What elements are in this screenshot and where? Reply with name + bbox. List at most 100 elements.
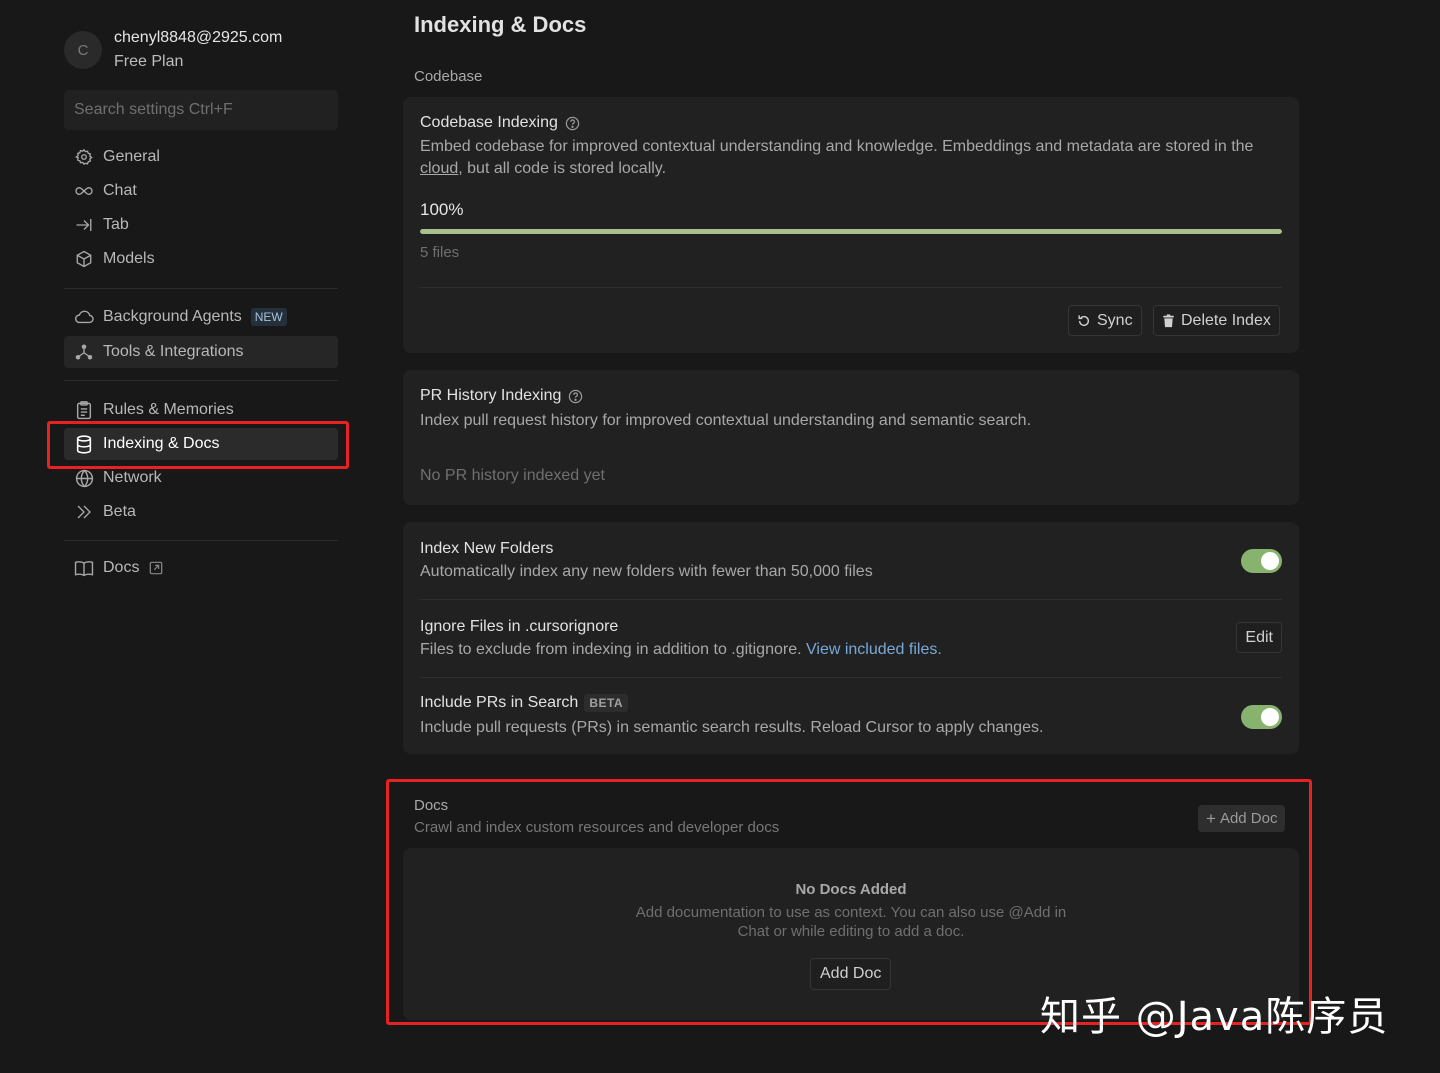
new-badge: NEW — [250, 308, 287, 326]
progress-percent: 100% — [420, 200, 464, 219]
sidebar-item-label: Tools & Integrations — [103, 343, 244, 360]
page-title: Indexing & Docs — [414, 12, 587, 37]
avatar: C — [64, 31, 102, 69]
card-divider — [420, 677, 1282, 678]
sync-button[interactable]: Sync — [1068, 305, 1142, 336]
pr-history-empty: No PR history indexed yet — [420, 467, 605, 484]
docs-section-title: Docs — [414, 797, 449, 814]
sidebar-item-tab[interactable]: Tab — [64, 209, 338, 241]
double-chevron-icon — [74, 502, 94, 522]
indexing-settings-card: Index New Folders Automatically index an… — [403, 522, 1299, 754]
toggle-knob — [1261, 708, 1279, 726]
cloud-icon — [74, 307, 94, 327]
pr-history-desc: Index pull request history for improved … — [420, 412, 1032, 429]
codebase-desc-text-end: , but all code is stored locally. — [458, 160, 667, 177]
sidebar-item-indexing-docs[interactable]: Indexing & Docs — [64, 428, 338, 460]
sidebar-item-background-agents[interactable]: Background Agents NEW — [64, 301, 338, 333]
help-icon[interactable] — [565, 116, 580, 131]
sidebar-item-models[interactable]: Models — [64, 243, 338, 275]
codebase-indexing-card: Codebase Indexing Embed codebase for imp… — [403, 97, 1299, 353]
no-docs-title: No Docs Added — [795, 881, 907, 898]
infinity-icon — [74, 181, 94, 201]
account-email: chenyl8848@2925.com — [114, 29, 283, 46]
sidebar-item-label: Network — [103, 469, 162, 486]
sidebar-item-label: Indexing & Docs — [103, 435, 220, 452]
progress-bar — [420, 229, 1282, 234]
card-divider — [420, 287, 1282, 288]
index-new-folders-title: Index New Folders — [420, 540, 554, 557]
external-link-icon — [149, 561, 163, 575]
codebase-indexing-desc: Embed codebase for improved contextual u… — [420, 136, 1280, 180]
add-doc-empty-label: Add Doc — [820, 965, 882, 982]
clipboard-icon — [74, 400, 94, 420]
database-icon — [74, 434, 94, 454]
edit-label: Edit — [1245, 628, 1273, 646]
account-plan: Free Plan — [114, 53, 184, 70]
trash-icon — [1162, 313, 1175, 328]
watermark: 知乎 @Java陈序员 — [1040, 994, 1389, 1040]
card-divider — [420, 599, 1282, 600]
include-prs-title-text: Include PRs in Search — [420, 694, 579, 711]
beta-badge: BETA — [584, 694, 629, 712]
pr-history-title-text: PR History Indexing — [420, 387, 562, 404]
view-included-files-link[interactable]: View included files. — [806, 641, 942, 658]
cube-icon — [74, 249, 94, 269]
account-info[interactable]: C chenyl8848@2925.com Free Plan — [64, 26, 282, 74]
add-doc-button[interactable]: + Add Doc — [1198, 805, 1286, 832]
gear-icon — [74, 147, 94, 167]
docs-section-subtitle: Crawl and index custom resources and dev… — [414, 819, 780, 836]
index-new-folders-toggle[interactable] — [1241, 549, 1282, 573]
edit-cursorignore-button[interactable]: Edit — [1236, 622, 1282, 653]
include-prs-title: Include PRs in Search BETA — [420, 694, 629, 712]
codebase-indexing-title: Codebase Indexing — [420, 114, 580, 132]
add-doc-label: Add Doc — [1219, 810, 1278, 827]
sidebar-item-chat[interactable]: Chat — [64, 175, 338, 207]
toggle-knob — [1261, 552, 1279, 570]
sidebar-divider — [64, 380, 338, 381]
sidebar-item-docs[interactable]: Docs — [64, 552, 338, 584]
book-icon — [74, 558, 94, 578]
sidebar-item-label: Models — [103, 250, 155, 267]
index-new-folders-desc: Automatically index any new folders with… — [420, 563, 873, 580]
sidebar-item-label: Background Agents — [103, 308, 242, 325]
nodes-icon — [74, 342, 94, 362]
sidebar-item-label: Tab — [103, 216, 129, 233]
include-prs-desc: Include pull requests (PRs) in semantic … — [420, 719, 1044, 736]
indexed-files-count: 5 files — [420, 244, 460, 261]
account-text: chenyl8848@2925.com Free Plan — [114, 26, 282, 74]
sidebar-divider — [64, 540, 338, 541]
globe-icon — [74, 468, 94, 488]
cloud-link[interactable]: cloud — [420, 160, 458, 177]
sidebar-item-label: General — [103, 148, 160, 165]
add-doc-empty-button[interactable]: Add Doc — [810, 958, 892, 990]
tab-arrow-icon — [74, 215, 94, 235]
codebase-section-label: Codebase — [414, 68, 483, 85]
delete-index-label: Delete Index — [1181, 311, 1271, 329]
sidebar-item-tools-integrations[interactable]: Tools & Integrations — [64, 336, 338, 368]
settings-sidebar: C chenyl8848@2925.com Free Plan General … — [0, 0, 370, 1073]
sidebar-divider — [64, 288, 338, 289]
sync-label: Sync — [1097, 311, 1133, 329]
pr-history-card: PR History Indexing Index pull request h… — [403, 370, 1299, 505]
ignore-files-desc-text: Files to exclude from indexing in additi… — [420, 641, 806, 658]
plus-icon: + — [1206, 808, 1216, 828]
progress-fill — [420, 229, 1282, 234]
codebase-desc-text: Embed codebase for improved contextual u… — [420, 138, 1254, 155]
help-icon[interactable] — [568, 389, 583, 404]
ignore-files-desc: Files to exclude from indexing in additi… — [420, 639, 942, 661]
sidebar-item-beta[interactable]: Beta — [64, 496, 338, 528]
include-prs-toggle[interactable] — [1241, 705, 1282, 729]
refresh-icon — [1077, 314, 1091, 328]
ignore-files-title: Ignore Files in .cursorignore — [420, 618, 619, 635]
sidebar-item-network[interactable]: Network — [64, 462, 338, 494]
sidebar-item-label: Chat — [103, 182, 137, 199]
sidebar-item-rules-memories[interactable]: Rules & Memories — [64, 394, 338, 426]
no-docs-desc: Add documentation to use as context. You… — [635, 904, 1067, 940]
sidebar-item-general[interactable]: General — [64, 141, 338, 173]
codebase-indexing-title-text: Codebase Indexing — [420, 114, 558, 131]
delete-index-button[interactable]: Delete Index — [1153, 305, 1280, 336]
sidebar-item-label: Rules & Memories — [103, 401, 234, 418]
search-settings-input[interactable] — [64, 90, 338, 130]
sidebar-item-label: Beta — [103, 503, 136, 520]
sidebar-item-label: Docs — [103, 559, 140, 576]
